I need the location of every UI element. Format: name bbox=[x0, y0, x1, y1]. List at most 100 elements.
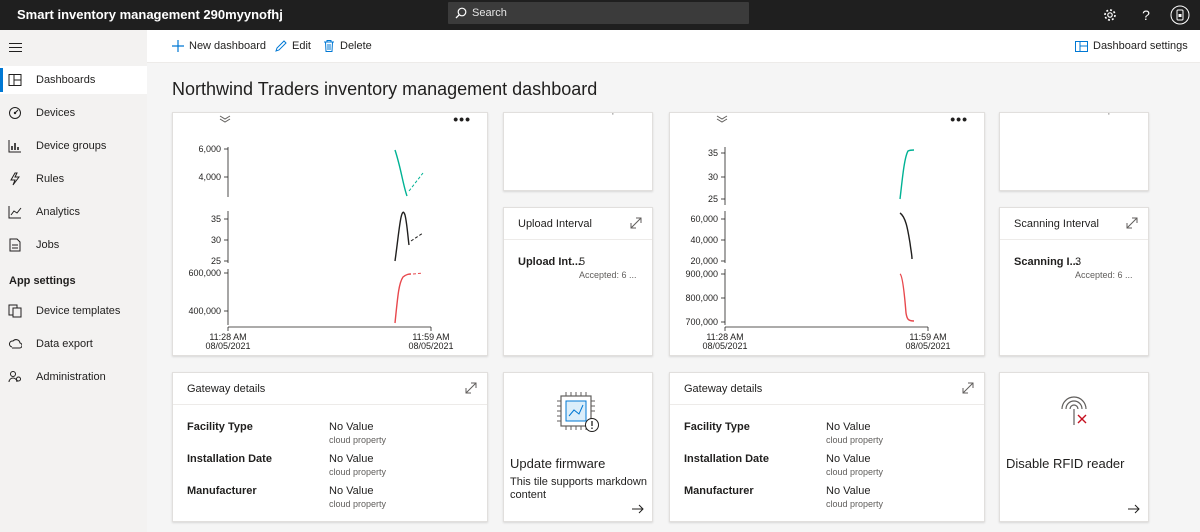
sidebar-item-label: Analytics bbox=[36, 206, 81, 218]
y-tick-label: 35 bbox=[708, 148, 718, 158]
property-row: Facility Type No Value cloud property bbox=[684, 421, 974, 451]
sidebar-item-label: Administration bbox=[36, 371, 106, 383]
tile-header: Gateway details bbox=[670, 373, 984, 405]
arrow-right-icon[interactable] bbox=[632, 504, 644, 514]
user-icon[interactable] bbox=[1170, 5, 1190, 25]
expand-icon[interactable] bbox=[630, 217, 642, 229]
telemetry-chart-tile: ••• 35 30 25 60,000 40,000 20,000 900,000 800,0… bbox=[669, 111, 985, 356]
y-tick-label: 600,000 bbox=[188, 268, 221, 278]
series-line bbox=[394, 273, 412, 324]
sidebar-item-devices[interactable]: Devices bbox=[0, 99, 147, 127]
tile-edge-mark: , bbox=[1107, 107, 1110, 116]
property-row: Facility Type No Value cloud property bbox=[187, 421, 477, 451]
x-tick-label: 08/05/2021 bbox=[205, 341, 250, 351]
sidebar-item-rules[interactable]: Rules bbox=[0, 165, 147, 193]
y-tick-label: 40,000 bbox=[690, 235, 718, 245]
sidebar-item-device-templates[interactable]: Device templates bbox=[0, 297, 147, 325]
series-line bbox=[899, 212, 913, 260]
y-tick-label: 25 bbox=[708, 194, 718, 204]
tile-body: This tile supports markdown content bbox=[510, 476, 647, 501]
tile-edge-mark: , bbox=[611, 107, 614, 116]
markdown-tile-disable-rfid[interactable]: Disable RFID reader bbox=[999, 372, 1149, 522]
sidebar-item-device-groups[interactable]: Device groups bbox=[0, 132, 147, 160]
expand-icon[interactable] bbox=[465, 382, 477, 394]
series-line bbox=[394, 149, 408, 197]
expand-icon[interactable] bbox=[962, 382, 974, 394]
active-indicator bbox=[0, 68, 3, 92]
command-bar: New dashboard Edit Delete Dashboard sett… bbox=[147, 30, 1200, 63]
expand-icon[interactable] bbox=[1126, 217, 1138, 229]
property-value: No Value bbox=[329, 421, 374, 433]
sync-status: Accepted: 6 ... bbox=[579, 270, 637, 280]
y-tick-label: 800,000 bbox=[685, 293, 718, 303]
y-tick-label: 4,000 bbox=[198, 172, 221, 182]
line-chart: 35 30 25 60,000 40,000 20,000 900,000 800,000 70… bbox=[685, 147, 951, 351]
y-tick-label: 20,000 bbox=[690, 256, 718, 266]
y-tick-label: 30 bbox=[211, 235, 221, 245]
sync-status: Accepted: 6 ... bbox=[1075, 270, 1133, 280]
y-tick-label: 400,000 bbox=[188, 306, 221, 316]
firmware-chip-icon bbox=[557, 392, 599, 432]
sidebar-item-data-export[interactable]: Data export bbox=[0, 330, 147, 358]
sidebar-item-analytics[interactable]: Analytics bbox=[0, 198, 147, 226]
search-placeholder: Search bbox=[472, 7, 507, 19]
x-tick-label: 08/05/2021 bbox=[408, 341, 453, 351]
property-name: Upload Int... bbox=[518, 256, 581, 268]
property-value: No Value bbox=[329, 453, 374, 465]
series-line-dashed bbox=[412, 272, 424, 275]
gear-icon[interactable] bbox=[1100, 5, 1120, 25]
property-name: Manufacturer bbox=[684, 485, 754, 497]
rules-icon bbox=[10, 172, 20, 186]
property-row: Installation Date No Value cloud propert… bbox=[684, 453, 974, 483]
administration-icon bbox=[8, 371, 21, 383]
property-type: cloud property bbox=[329, 499, 387, 509]
hamburger-menu-icon[interactable] bbox=[9, 42, 22, 53]
property-type: cloud property bbox=[826, 499, 884, 509]
kpi-tile-scanning-interval: Scanning Interval Scanning I... 3 Accept… bbox=[999, 207, 1149, 356]
tile-title: Gateway details bbox=[684, 383, 763, 395]
property-row: Installation Date No Value cloud propert… bbox=[187, 453, 477, 483]
app-title: Smart inventory management 290myynofhj bbox=[17, 7, 283, 22]
series-line bbox=[899, 273, 915, 322]
jobs-icon bbox=[9, 238, 21, 252]
dashboard-settings-button[interactable]: Dashboard settings bbox=[1075, 40, 1188, 52]
series-line bbox=[899, 149, 915, 200]
property-name: Installation Date bbox=[684, 453, 769, 465]
delete-label: Delete bbox=[340, 40, 372, 52]
tile-header: Gateway details bbox=[173, 373, 487, 405]
property-value: No Value bbox=[826, 453, 871, 465]
search-input[interactable]: Search bbox=[448, 2, 749, 24]
analytics-icon bbox=[8, 206, 22, 219]
tile-title: Update firmware bbox=[510, 456, 606, 471]
delete-button[interactable]: Delete bbox=[323, 40, 372, 52]
sidebar-item-label: Dashboards bbox=[36, 74, 96, 86]
property-value: 3 bbox=[1075, 256, 1082, 268]
dashboard-settings-icon bbox=[1075, 40, 1088, 52]
property-name: Scanning I... bbox=[1014, 256, 1079, 268]
new-dashboard-label: New dashboard bbox=[189, 40, 267, 52]
property-row: Manufacturer No Value cloud property bbox=[684, 485, 974, 515]
sidebar-item-dashboards[interactable]: Dashboards bbox=[0, 66, 147, 94]
dashboard-icon bbox=[8, 74, 22, 86]
kpi-tile-upload-interval: Upload Interval Upload Int... 5 Accepted… bbox=[503, 207, 653, 356]
arrow-right-icon[interactable] bbox=[1128, 504, 1140, 514]
telemetry-chart-tile: ••• 6,000 4,000 35 30 25 600,000 400,000 11:28 … bbox=[172, 111, 488, 356]
new-dashboard-button[interactable]: New dashboard bbox=[172, 40, 266, 52]
y-tick-label: 900,000 bbox=[685, 269, 718, 279]
markdown-tile-update-firmware[interactable]: Update firmware This tile supports markd… bbox=[503, 372, 653, 522]
property-name: Manufacturer bbox=[187, 485, 257, 497]
help-icon[interactable]: ? bbox=[1136, 5, 1156, 25]
edit-button[interactable]: Edit bbox=[275, 40, 311, 52]
property-value: No Value bbox=[826, 421, 871, 433]
tile-header: Scanning Interval bbox=[1000, 208, 1148, 240]
property-type: cloud property bbox=[329, 467, 387, 477]
page-title: Northwind Traders inventory management d… bbox=[172, 79, 598, 99]
tile-header: Upload Interval bbox=[504, 208, 652, 240]
sidebar-item-administration[interactable]: Administration bbox=[0, 363, 147, 391]
property-name: Installation Date bbox=[187, 453, 272, 465]
sidebar-item-label: Jobs bbox=[36, 239, 60, 251]
dashboard-settings-label: Dashboard settings bbox=[1093, 40, 1188, 52]
series-line-dashed bbox=[408, 172, 424, 192]
sidebar-item-jobs[interactable]: Jobs bbox=[0, 231, 147, 259]
sidebar-item-label: Device templates bbox=[36, 305, 121, 317]
